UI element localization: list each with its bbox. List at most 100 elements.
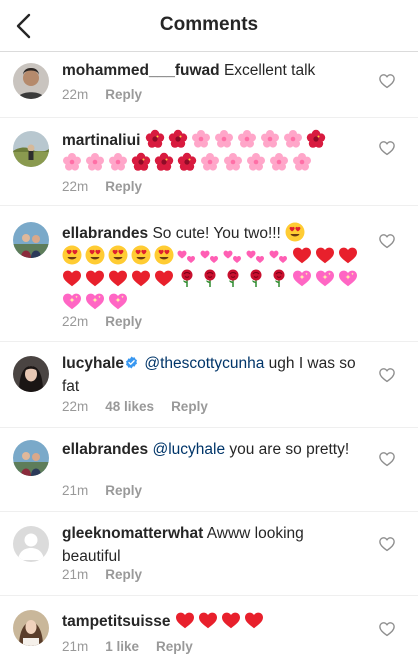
hibiscus-emoji [168, 129, 188, 149]
timestamp: 22m [62, 399, 89, 414]
avatar[interactable] [13, 63, 49, 99]
comment-body: mohammed___fuwad Excellent talk [62, 59, 362, 82]
heart-eyes-emoji [285, 222, 305, 242]
hibiscus-emoji [177, 152, 197, 172]
username-link[interactable]: ellabrandes [62, 441, 148, 458]
red-heart-emoji [338, 245, 358, 265]
hibiscus-emoji [145, 129, 165, 149]
red-heart-emoji [221, 610, 241, 630]
comment-item: martinaliui 22m Reply [0, 118, 418, 206]
username-link[interactable]: lucyhale [62, 355, 124, 372]
comment-meta: 22m Reply [62, 179, 159, 194]
comment-item: gleeknomatterwhat Awww looking beautiful… [0, 512, 418, 596]
reply-button[interactable]: Reply [105, 179, 142, 194]
red-heart-emoji [175, 610, 195, 630]
heart-outline-icon[interactable] [378, 535, 396, 553]
avatar[interactable] [13, 440, 49, 476]
page-title: Comments [159, 14, 259, 35]
comment-body: tampetitsuisse [62, 610, 362, 633]
cherry-blossom-emoji [62, 152, 82, 172]
reply-button[interactable]: Reply [105, 87, 142, 102]
heart-outline-icon[interactable] [378, 232, 396, 250]
reply-button[interactable]: Reply [156, 639, 193, 654]
hibiscus-emoji [154, 152, 174, 172]
two-hearts-emoji [246, 245, 266, 265]
username-link[interactable]: martinaliui [62, 132, 140, 149]
heart-outline-icon[interactable] [378, 72, 396, 90]
cherry-blossom-emoji [85, 152, 105, 172]
reply-button[interactable]: Reply [105, 567, 142, 582]
red-heart-emoji [315, 245, 335, 265]
verified-badge-icon [126, 356, 138, 369]
username-link[interactable]: mohammed___fuwad [62, 62, 220, 79]
likes-count[interactable]: 48 likes [105, 399, 154, 414]
mention-link[interactable]: @lucyhale [152, 441, 225, 458]
cherry-blossom-emoji [223, 152, 243, 172]
timestamp: 22m [62, 87, 89, 102]
comment-text: Excellent talk [219, 62, 316, 79]
heart-outline-icon[interactable] [378, 366, 396, 384]
likes-count[interactable]: 1 like [105, 639, 139, 654]
comment-body: ellabrandes @lucyhale you are so pretty! [62, 438, 362, 461]
comment-body: martinaliui [62, 129, 362, 175]
comment-meta: 21m 1 like Reply [62, 639, 210, 654]
comment-item: ellabrandes So cute! You two!!! 22m Reply [0, 206, 418, 342]
heart-outline-icon[interactable] [378, 139, 396, 157]
red-heart-emoji [85, 268, 105, 288]
avatar[interactable] [13, 610, 49, 646]
reply-button[interactable]: Reply [171, 399, 208, 414]
red-heart-emoji [62, 268, 82, 288]
rose-emoji [223, 268, 243, 288]
sparkling-heart-emoji [292, 268, 312, 288]
heart-outline-icon[interactable] [378, 620, 396, 638]
avatar[interactable] [13, 356, 49, 392]
two-hearts-emoji [223, 245, 243, 265]
two-hearts-emoji [269, 245, 289, 265]
sparkling-heart-emoji [108, 291, 128, 311]
sparkling-heart-emoji [315, 268, 335, 288]
cherry-blossom-emoji [214, 129, 234, 149]
username-link[interactable]: gleeknomatterwhat [62, 525, 203, 542]
rose-emoji [177, 268, 197, 288]
timestamp: 22m [62, 314, 89, 329]
sparkling-heart-emoji [62, 291, 82, 311]
red-heart-emoji [154, 268, 174, 288]
red-heart-emoji [131, 268, 151, 288]
timestamp: 21m [62, 567, 89, 582]
red-heart-emoji [198, 610, 218, 630]
rose-emoji [269, 268, 289, 288]
username-link[interactable]: tampetitsuisse [62, 613, 171, 630]
hibiscus-emoji [306, 129, 326, 149]
avatar[interactable] [13, 131, 49, 167]
cherry-blossom-emoji [246, 152, 266, 172]
avatar[interactable] [13, 222, 49, 258]
username-link[interactable]: ellabrandes [62, 225, 148, 242]
timestamp: 21m [62, 639, 89, 654]
heart-eyes-emoji [131, 245, 151, 265]
cherry-blossom-emoji [269, 152, 289, 172]
cherry-blossom-emoji [292, 152, 312, 172]
comment-item: tampetitsuisse 21m 1 like Reply [0, 596, 418, 670]
cherry-blossom-emoji [283, 129, 303, 149]
red-heart-emoji [244, 610, 264, 630]
avatar[interactable] [13, 526, 49, 562]
timestamp: 22m [62, 179, 89, 194]
sparkling-heart-emoji [85, 291, 105, 311]
comment-text: you are so pretty! [225, 441, 350, 458]
hibiscus-emoji [131, 152, 151, 172]
comment-meta: 21m Reply [62, 483, 159, 498]
cherry-blossom-emoji [108, 152, 128, 172]
heart-eyes-emoji [154, 245, 174, 265]
comment-body: gleeknomatterwhat Awww looking beautiful [62, 522, 362, 568]
comment-meta: 22m Reply [62, 314, 159, 329]
heart-outline-icon[interactable] [378, 450, 396, 468]
reply-button[interactable]: Reply [105, 314, 142, 329]
comment-item: lucyhale @thescottycunha ugh I was so fa… [0, 342, 418, 428]
mention-link[interactable]: @thescottycunha [144, 355, 264, 372]
comment-body: ellabrandes So cute! You two!!! [62, 222, 362, 314]
two-hearts-emoji [177, 245, 197, 265]
heart-eyes-emoji [62, 245, 82, 265]
cherry-blossom-emoji [237, 129, 257, 149]
reply-button[interactable]: Reply [105, 483, 142, 498]
comment-body: lucyhale @thescottycunha ugh I was so fa… [62, 352, 362, 398]
